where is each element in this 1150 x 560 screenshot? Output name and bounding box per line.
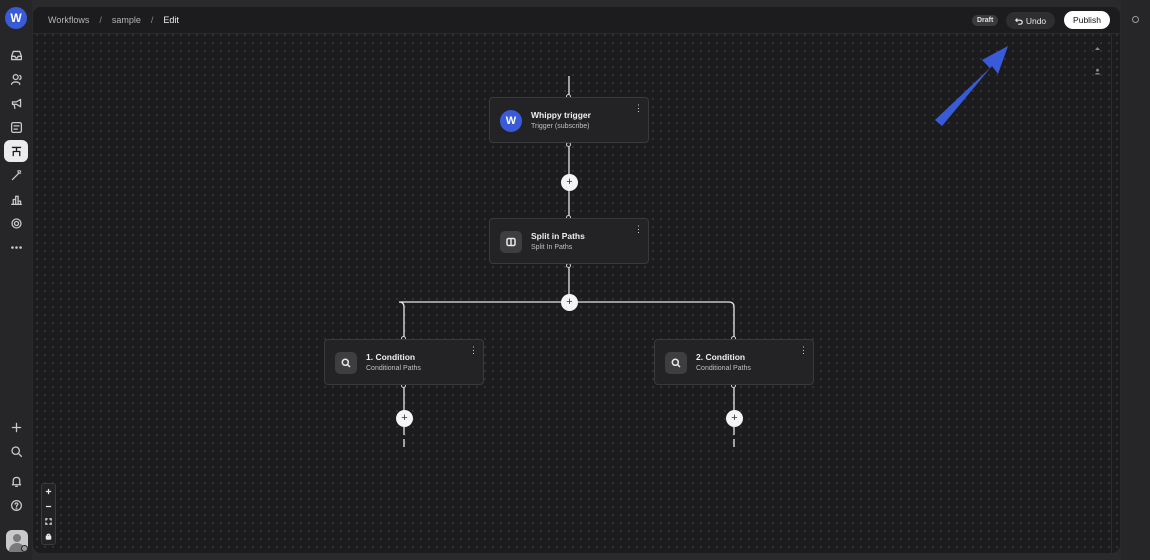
breadcrumb-workflows[interactable]: Workflows [48, 15, 89, 25]
undo-icon [1014, 17, 1023, 25]
bell-icon[interactable] [4, 470, 28, 492]
whippy-logo-icon: W [500, 110, 522, 132]
settings-icon[interactable] [4, 212, 28, 234]
add-step-button[interactable]: + [726, 410, 743, 427]
right-rail [1121, 0, 1150, 560]
breadcrumb-separator: / [99, 15, 102, 25]
breadcrumb-separator: / [150, 15, 154, 25]
undo-label: Undo [1025, 15, 1047, 26]
publish-button[interactable]: Publish [1064, 11, 1110, 29]
properties-panel-edge [1111, 34, 1120, 553]
node-title: Whippy trigger [531, 110, 591, 120]
user-icon[interactable] [1094, 62, 1101, 75]
node-split-in-paths[interactable]: Split in Paths Split In Paths ⋮ [489, 218, 649, 264]
workflows-icon[interactable] [4, 140, 28, 162]
add-icon[interactable] [4, 416, 28, 438]
node-title: Split in Paths [531, 231, 585, 241]
node-subtitle: Trigger (subscribe) [531, 123, 590, 130]
zoom-out-button[interactable] [42, 499, 55, 514]
node-menu-icon[interactable]: ⋮ [634, 225, 643, 234]
undo-button[interactable]: Undo [1006, 12, 1055, 29]
zoom-in-button[interactable] [42, 484, 55, 499]
node-menu-icon[interactable]: ⋮ [634, 104, 643, 113]
more-icon[interactable] [4, 236, 28, 258]
breadcrumb: Workflows / sample / Edit [48, 15, 179, 25]
inbox-icon[interactable] [4, 44, 28, 66]
search-icon [665, 352, 687, 374]
node-subtitle: Conditional Paths [366, 365, 421, 372]
node-title: 1. Condition [366, 352, 416, 362]
add-step-button[interactable]: + [396, 410, 413, 427]
automations-icon[interactable] [4, 164, 28, 186]
add-step-button[interactable]: + [561, 174, 578, 191]
zoom-controls [41, 483, 56, 545]
add-path-button[interactable]: + [561, 294, 578, 311]
search-icon[interactable] [4, 440, 28, 462]
annotation-arrow-icon [935, 46, 1008, 126]
app: W Workflows / sample / Edit Draft Undo P… [0, 0, 1150, 560]
editor-topbar: Workflows / sample / Edit Draft Undo Pub… [33, 7, 1120, 34]
settings-icon[interactable] [1132, 16, 1139, 23]
search-icon [335, 352, 357, 374]
node-menu-icon[interactable]: ⋮ [469, 346, 478, 355]
breadcrumb-sample[interactable]: sample [112, 15, 141, 25]
node-subtitle: Split In Paths [531, 244, 573, 251]
node-subtitle: Conditional Paths [696, 365, 751, 372]
left-nav-rail: W [0, 0, 32, 560]
node-condition-1[interactable]: 1. Condition Conditional Paths ⋮ [324, 339, 484, 385]
whippy-logo-icon[interactable]: W [5, 7, 27, 29]
help-icon[interactable] [4, 494, 28, 516]
node-whippy-trigger[interactable]: W Whippy trigger Trigger (subscribe) ⋮ [489, 97, 649, 143]
contacts-icon[interactable] [4, 68, 28, 90]
node-menu-icon[interactable]: ⋮ [799, 346, 808, 355]
reports-icon[interactable] [4, 188, 28, 210]
sequences-icon[interactable] [4, 116, 28, 138]
panel-toggle-icon[interactable] [1094, 39, 1101, 50]
node-title: 2. Condition [696, 352, 746, 362]
breadcrumb-edit: Edit [163, 15, 179, 25]
draft-status-badge: Draft [972, 15, 999, 26]
node-condition-2[interactable]: 2. Condition Conditional Paths ⋮ [654, 339, 814, 385]
lock-icon[interactable] [42, 529, 55, 544]
fit-view-button[interactable] [42, 514, 55, 529]
campaigns-icon[interactable] [4, 92, 28, 114]
user-avatar[interactable] [6, 530, 28, 552]
split-icon [500, 231, 522, 253]
